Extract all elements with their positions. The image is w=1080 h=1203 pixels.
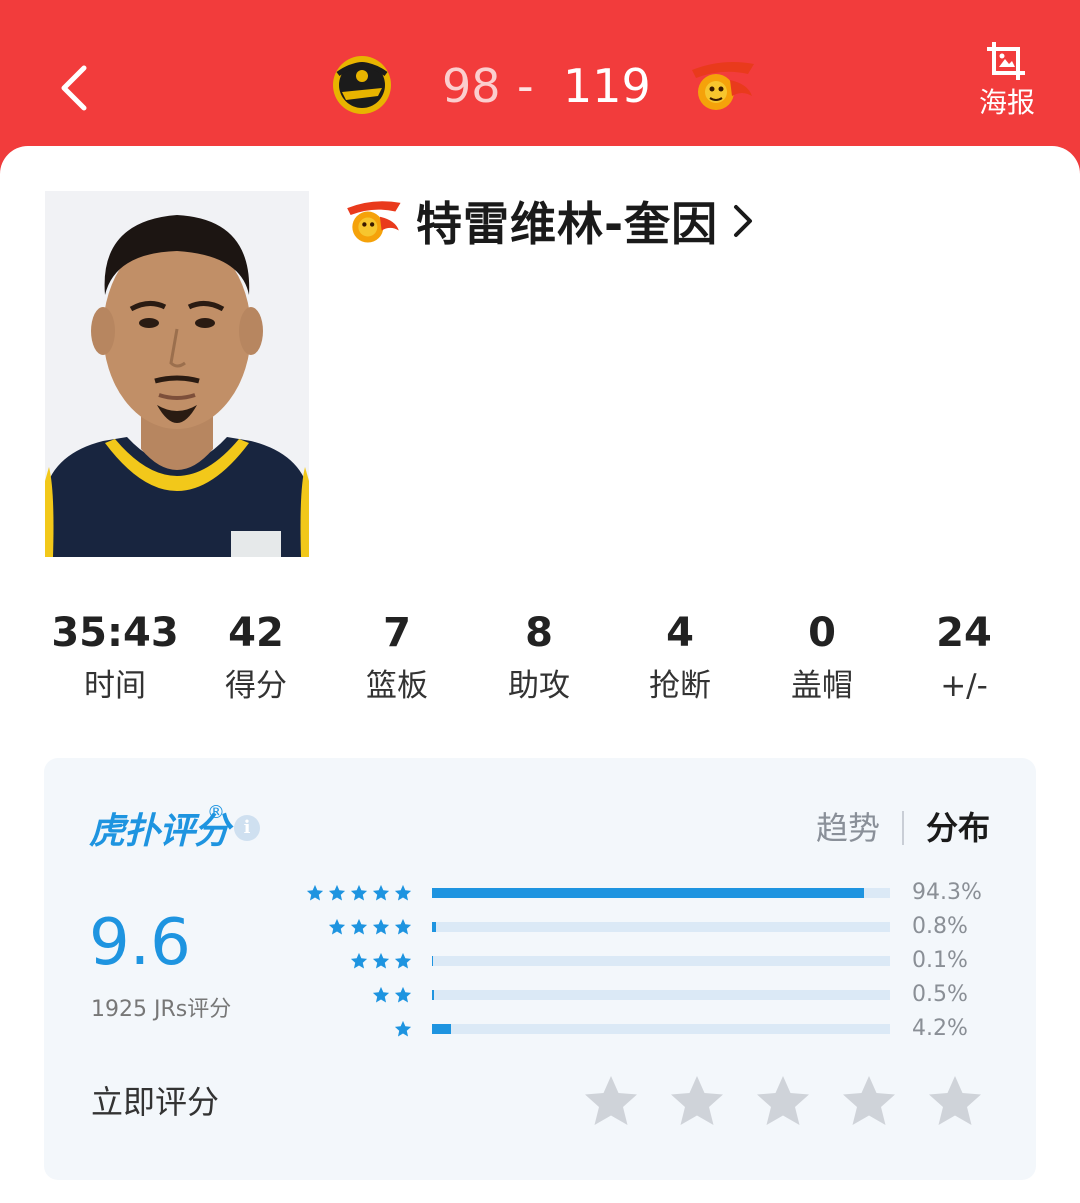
- rate-star-3[interactable]: [754, 1073, 812, 1129]
- stat-minutes: 35:43 时间: [45, 608, 185, 706]
- distribution-bar-track: [432, 990, 890, 1000]
- header-bar: 98 - 119 海报: [0, 0, 1080, 150]
- stat-value: 35:43: [51, 610, 179, 656]
- poster-button[interactable]: 海报: [972, 40, 1042, 130]
- stat-value: 0: [808, 610, 836, 656]
- stat-label: 抢断: [649, 668, 711, 704]
- rate-star-5[interactable]: [926, 1073, 984, 1129]
- distribution-bar-track: [432, 956, 890, 966]
- player-name: 特雷维林-奎因: [416, 197, 719, 251]
- player-photo: [45, 191, 309, 557]
- star-group: [394, 1014, 412, 1044]
- star-icon: [350, 952, 368, 969]
- distribution-bar-fill: [432, 1024, 452, 1034]
- tab-divider: [901, 811, 904, 845]
- stat-rebounds: 7 篮板: [327, 608, 467, 706]
- star-icon: [394, 918, 412, 935]
- stat-value: 8: [525, 610, 553, 656]
- player-name-link[interactable]: 特雷维林-奎因: [342, 191, 758, 251]
- distribution-bar-fill: [432, 888, 864, 898]
- star-icon: [394, 884, 412, 901]
- distribution-bar-fill: [432, 990, 435, 1000]
- image-crop-icon: [987, 42, 1025, 80]
- stat-label: 时间: [84, 668, 146, 704]
- distribution-percent: 0.8%: [912, 914, 968, 939]
- distribution-row-1-star: 4.2%: [44, 1014, 1036, 1044]
- stat-value: 42: [228, 610, 284, 656]
- star-icon: [306, 884, 324, 901]
- stat-label: 篮板: [366, 668, 428, 704]
- distribution-bar-track: [432, 888, 890, 898]
- info-icon[interactable]: i: [234, 815, 260, 841]
- star-group: [328, 912, 412, 942]
- stat-points: 42 得分: [186, 608, 326, 706]
- distribution-percent: 0.1%: [912, 948, 968, 973]
- distribution-row-5-star: 94.3%: [44, 878, 1036, 908]
- star-group: [350, 946, 412, 976]
- star-icon: [372, 986, 390, 1003]
- poster-label: 海报: [978, 86, 1035, 119]
- star-icon: [350, 918, 368, 935]
- distribution-percent: 94.3%: [912, 880, 982, 905]
- tab-trend[interactable]: 趋势: [816, 808, 880, 848]
- stat-value: 7: [383, 610, 411, 656]
- registered-mark: ®: [207, 802, 225, 823]
- star-icon: [394, 986, 412, 1003]
- home-team-logo[interactable]: [328, 54, 396, 116]
- rate-star-1[interactable]: [582, 1073, 640, 1129]
- star-icon: [328, 918, 346, 935]
- rate-star-input: [582, 1073, 984, 1129]
- star-icon: [328, 884, 346, 901]
- star-icon: [372, 918, 390, 935]
- rate-now-label: 立即评分: [91, 1083, 220, 1121]
- away-score: 119: [563, 59, 651, 113]
- stat-plus-minus: 24 +/-: [894, 608, 1034, 706]
- distribution-percent: 4.2%: [912, 1016, 968, 1041]
- rating-panel: 虎扑评分 ® i 趋势 分布 9.6 1925 JRs评分 94.3% 0.8% 0…: [44, 758, 1036, 1180]
- star-icon: [372, 952, 390, 969]
- star-group: [306, 878, 412, 908]
- star-group: [372, 980, 412, 1010]
- chevron-right-icon: [734, 205, 753, 237]
- stat-label: 盖帽: [791, 668, 853, 704]
- rating-tabs: 趋势 分布: [816, 808, 990, 848]
- back-button[interactable]: [52, 60, 102, 116]
- stat-label: 助攻: [508, 668, 570, 704]
- stat-assists: 8 助攻: [469, 608, 609, 706]
- star-icon: [372, 884, 390, 901]
- star-icon: [394, 1020, 412, 1037]
- stat-value: 4: [666, 610, 694, 656]
- stat-label: +/-: [940, 668, 988, 704]
- distribution-row-2-star: 0.5%: [44, 980, 1036, 1010]
- stat-steals: 4 抢断: [610, 608, 750, 706]
- star-icon: [394, 952, 412, 969]
- distribution-row-3-star: 0.1%: [44, 946, 1036, 976]
- rate-star-4[interactable]: [840, 1073, 898, 1129]
- score-separator: -: [517, 59, 534, 113]
- stat-value: 24: [936, 610, 992, 656]
- stat-blocks: 0 盖帽: [752, 608, 892, 706]
- star-icon: [350, 884, 368, 901]
- away-team-logo[interactable]: [686, 56, 758, 114]
- distribution-bar-fill: [432, 922, 436, 932]
- distribution-bar-track: [432, 922, 890, 932]
- player-team-logo: [347, 201, 401, 243]
- home-score: 98: [442, 59, 501, 113]
- chevron-left-icon: [61, 65, 87, 111]
- distribution-row-4-star: 0.8%: [44, 912, 1036, 942]
- rate-star-2[interactable]: [668, 1073, 726, 1129]
- stat-label: 得分: [225, 668, 287, 704]
- player-card: 特雷维林-奎因 35:43 时间 42 得分 7 篮板 8 助攻 4 抢断 0 …: [0, 146, 1080, 1203]
- tab-distribution[interactable]: 分布: [926, 808, 990, 848]
- distribution-bar-track: [432, 1024, 890, 1034]
- distribution-percent: 0.5%: [912, 982, 968, 1007]
